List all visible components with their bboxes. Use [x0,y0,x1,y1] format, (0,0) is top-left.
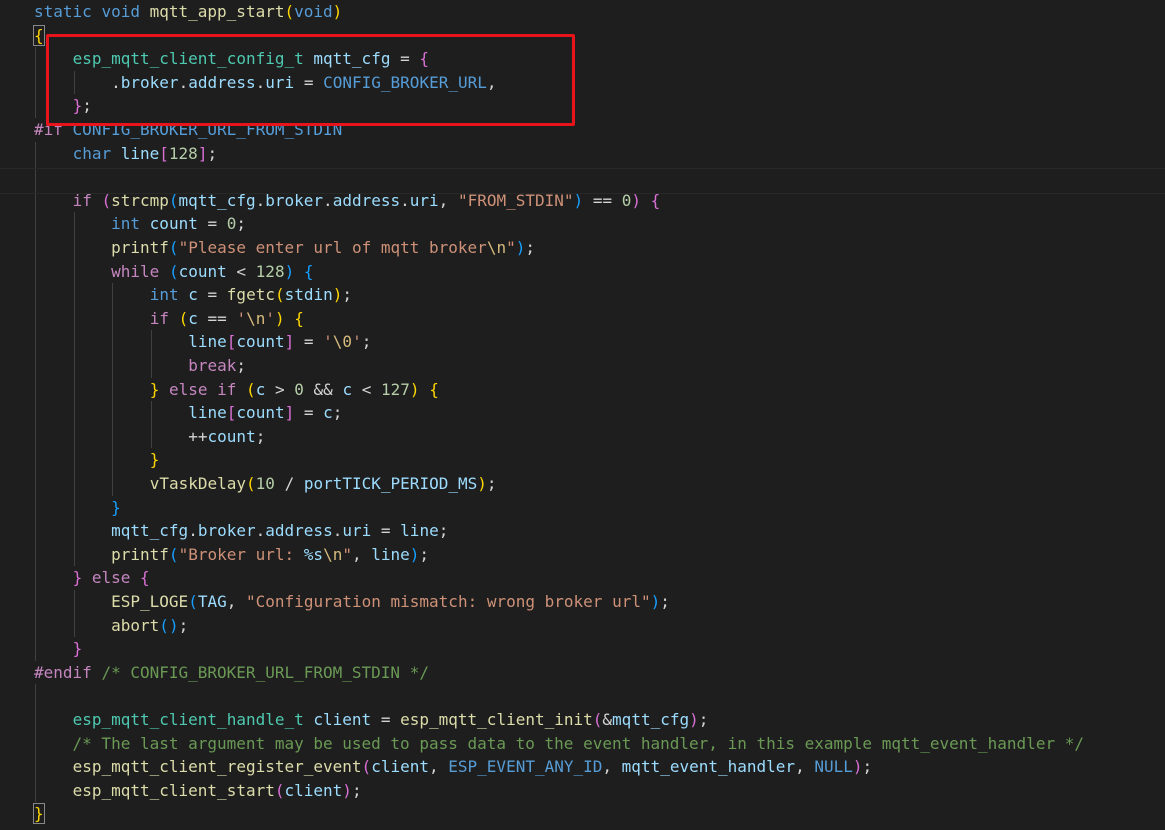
gutter-mark [0,614,2,638]
gutter-mark [0,354,2,378]
gutter-mark [0,24,2,48]
code-line[interactable]: static void mqtt_app_start(void) [34,0,342,24]
gutter-mark [0,496,2,520]
gutter-mark [0,212,2,236]
code-line[interactable]: break; [34,354,246,378]
gutter-mark [0,755,2,779]
gutter-mark [0,684,2,708]
code-line[interactable]: } [34,637,83,661]
code-line[interactable]: abort(); [34,614,188,638]
gutter-mark [0,566,2,590]
gutter-mark [0,448,2,472]
code-line[interactable]: esp_mqtt_client_handle_t client = esp_mq… [34,708,709,732]
code-line[interactable]: if (c == '\n') { [34,307,304,331]
code-line[interactable]: line[count] = c; [34,401,342,425]
gutter-mark [0,236,2,260]
code-line[interactable]: line[count] = '\0'; [34,330,371,354]
code-line[interactable]: int c = fgetc(stdin); [34,283,352,307]
code-line[interactable]: printf("Broker url: %s\n", line); [34,543,429,567]
annotation-red-box [46,34,575,126]
gutter-mark [0,307,2,331]
gutter-mark [0,472,2,496]
gutter-mark [0,47,2,71]
code-line[interactable]: /* The last argument may be used to pass… [34,732,1084,756]
code-line[interactable]: } else if (c > 0 && c < 127) { [34,378,439,402]
gutter-mark [0,118,2,142]
gutter-mark [0,283,2,307]
gutter-mark [0,732,2,756]
code-line[interactable]: ESP_LOGE(TAG, "Configuration mismatch: w… [34,590,670,614]
code-line[interactable]: while (count < 128) { [34,260,313,284]
code-line[interactable]: mqtt_cfg.broker.address.uri = line; [34,519,448,543]
gutter-mark [0,330,2,354]
gutter-mark [0,802,2,826]
gutter-mark [0,142,2,166]
code-line[interactable]: char line[128]; [34,142,218,166]
code-line[interactable]: vTaskDelay(10 / portTICK_PERIOD_MS); [34,472,497,496]
gutter-mark [0,590,2,614]
gutter-mark [0,708,2,732]
code-editor[interactable]: static void mqtt_app_start(void){ esp_mq… [0,0,1165,830]
code-line[interactable]: ++count; [34,425,265,449]
code-line[interactable]: int count = 0; [34,212,246,236]
code-line[interactable]: if (strcmp(mqtt_cfg.broker.address.uri, … [34,189,661,213]
code-line[interactable]: esp_mqtt_client_start(client); [34,779,362,803]
code-line[interactable]: esp_mqtt_client_register_event(client, E… [34,755,873,779]
gutter-mark [0,71,2,95]
gutter-mark [0,401,2,425]
gutter-mark [0,260,2,284]
code-line[interactable]: } [34,448,160,472]
gutter-mark [0,94,2,118]
code-line[interactable]: { [33,24,45,48]
gutter-mark [0,0,2,24]
gutter-mark [0,543,2,567]
code-line[interactable]: printf("Please enter url of mqtt broker\… [34,236,535,260]
gutter-mark [0,425,2,449]
gutter-mark [0,779,2,803]
code-line[interactable]: #endif /* CONFIG_BROKER_URL_FROM_STDIN *… [34,661,429,685]
code-line[interactable]: } [33,802,45,826]
gutter-mark [0,519,2,543]
gutter-mark [0,378,2,402]
gutter-mark [0,661,2,685]
code-line[interactable]: } else { [34,566,150,590]
gutter-mark [0,637,2,661]
code-line[interactable]: } [34,496,121,520]
